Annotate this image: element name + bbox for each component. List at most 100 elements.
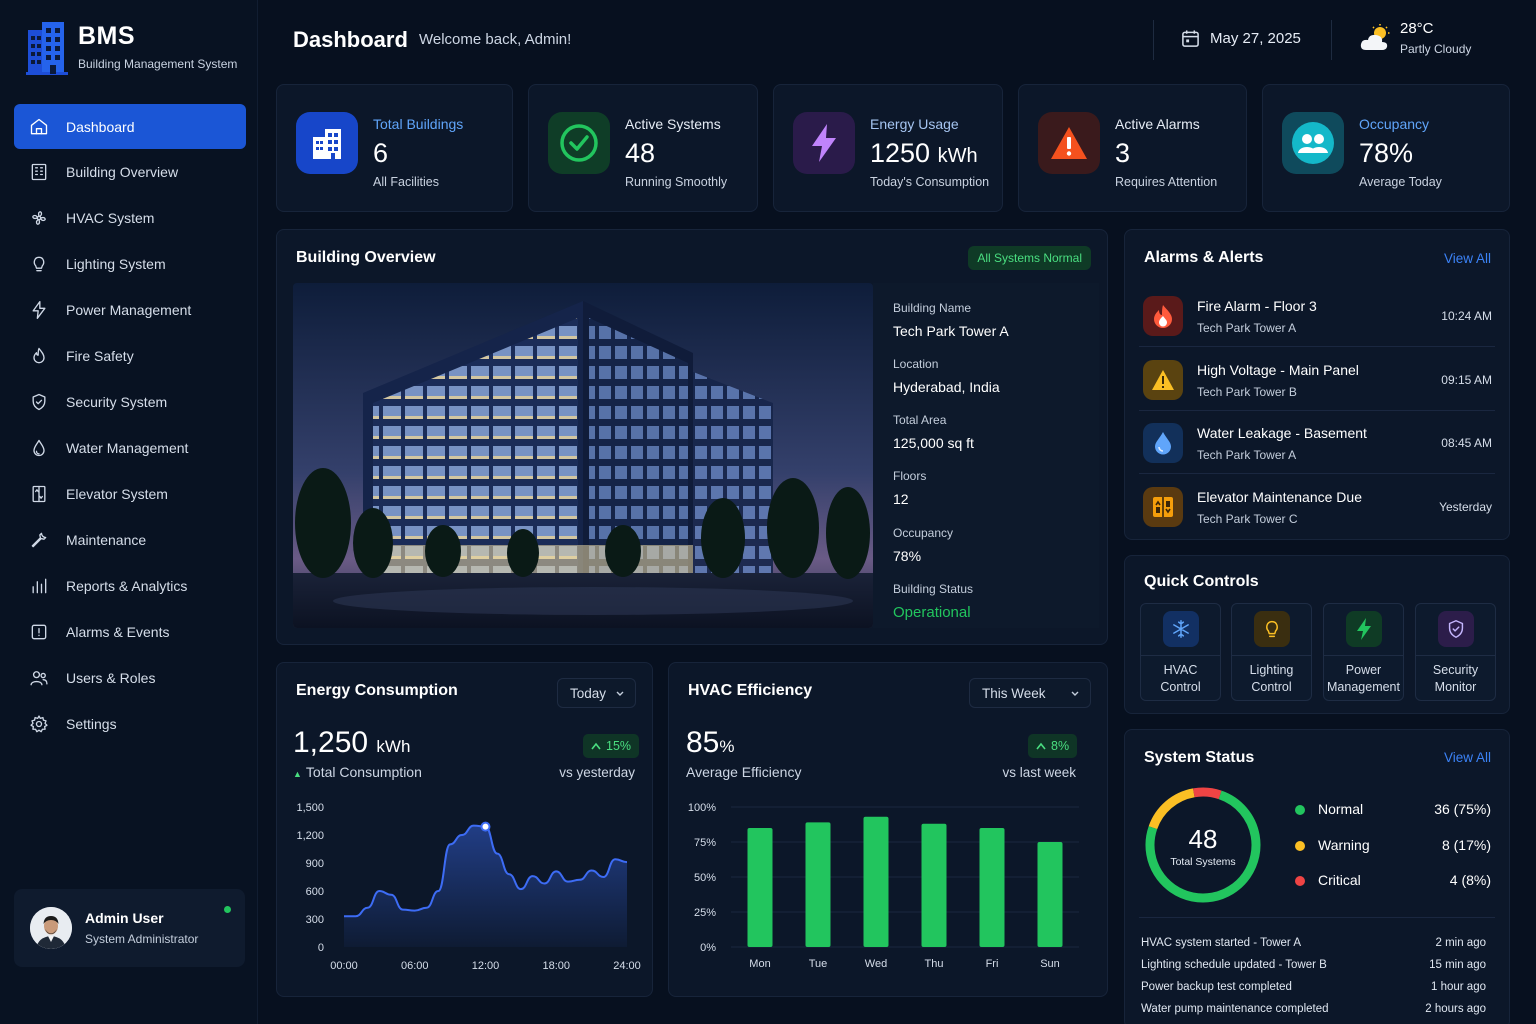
weather-widget: 28°C Partly Cloudy <box>1360 20 1471 56</box>
date-display[interactable]: May 27, 2025 <box>1181 29 1301 48</box>
quick-control-icon-tile <box>1346 611 1382 647</box>
arrow-up-icon <box>591 742 601 750</box>
energy-range-dropdown[interactable]: Today <box>557 678 636 708</box>
sidebar-item-label: Settings <box>66 716 117 732</box>
stat-icon-tile <box>1038 112 1100 174</box>
x-tick-label: 00:00 <box>330 960 358 972</box>
hvac-range-dropdown[interactable]: This Week <box>969 678 1091 708</box>
sidebar-item-label: Fire Safety <box>66 348 134 364</box>
sidebar-item-settings[interactable]: Settings <box>14 701 246 747</box>
sidebar-item-elevator-system[interactable]: Elevator System <box>14 471 246 517</box>
quick-control-label-line2: Monitor <box>1434 680 1477 694</box>
alarm-location: Tech Park Tower A <box>1197 448 1297 462</box>
sidebar-item-users-roles[interactable]: Users & Roles <box>14 655 246 701</box>
trend-up-icon: ▲ <box>293 769 302 779</box>
alarm-time: 10:24 AM <box>1441 309 1492 323</box>
stat-icon-tile <box>548 112 610 174</box>
alarm-item[interactable]: High Voltage - Main Panel Tech Park Towe… <box>1139 348 1495 411</box>
stat-card-active-systems[interactable]: Active Systems 48 Running Smoothly <box>528 84 758 212</box>
stat-value-number: 1250 <box>870 138 931 168</box>
quick-control-hvac[interactable]: HVAC Control <box>1140 603 1221 701</box>
quick-control-power[interactable]: Power Management <box>1323 603 1404 701</box>
activity-log-item: Water pump maintenance completed 2 hours… <box>1141 1003 1486 1015</box>
legend-value: 8 (17%) <box>1441 836 1491 853</box>
bulb-icon <box>33 256 45 272</box>
brand-title: BMS <box>78 22 136 50</box>
sidebar-item-alarms-events[interactable]: Alarms & Events <box>14 609 246 655</box>
detail-occupancy: Occupancy 78% <box>893 526 953 564</box>
alarm-item[interactable]: Water Leakage - Basement Tech Park Tower… <box>1139 411 1495 474</box>
detail-building-name: Building Name Tech Park Tower A <box>893 301 1009 339</box>
welcome-message: Welcome back, Admin! <box>419 31 572 48</box>
stat-card-energy-usage[interactable]: Energy Usage 1250 kWh Today's Consumptio… <box>773 84 1003 212</box>
sidebar-item-lighting-system[interactable]: Lighting System <box>14 241 246 287</box>
x-tick-label: Sun <box>1040 958 1060 970</box>
bolt-icon <box>32 301 46 319</box>
shield-icon-wrap <box>28 391 50 413</box>
energy-title: Energy Consumption <box>296 682 458 699</box>
quick-control-security[interactable]: Security Monitor <box>1415 603 1496 701</box>
sidebar-item-power-management[interactable]: Power Management <box>14 287 246 333</box>
sidebar-item-fire-safety[interactable]: Fire Safety <box>14 333 246 379</box>
alarm-title: Water Leakage - Basement <box>1197 425 1367 441</box>
sidebar-item-dashboard[interactable]: Dashboard <box>14 104 246 149</box>
stat-value: 3 <box>1115 138 1130 169</box>
bar-fri <box>979 828 1005 947</box>
energy-value-unit: kWh <box>376 737 411 756</box>
brand[interactable]: BMS Building Management System <box>24 20 237 76</box>
x-tick-label: 06:00 <box>401 960 429 972</box>
energy-peak-point <box>480 821 491 832</box>
stat-card-occupancy[interactable]: Occupancy 78% Average Today <box>1262 84 1510 212</box>
online-status-dot <box>224 906 231 913</box>
system-status-view-all-link[interactable]: View All <box>1444 750 1491 765</box>
alarms-view-all-link[interactable]: View All <box>1444 251 1491 266</box>
legend-dot <box>1295 876 1305 886</box>
stat-value: 48 <box>625 138 655 169</box>
sidebar-item-water-management[interactable]: Water Management <box>14 425 246 471</box>
stat-card-active-alarms[interactable]: Active Alarms 3 Requires Attention <box>1018 84 1247 212</box>
activity-log-text: Power backup test completed <box>1141 981 1292 993</box>
hvac-card: HVAC Efficiency This Week 85% Average Ef… <box>668 662 1108 997</box>
activity-log-item: Lighting schedule updated - Tower B 15 m… <box>1141 959 1486 971</box>
sidebar-item-hvac-system[interactable]: HVAC System <box>14 195 246 241</box>
quick-control-icon-tile <box>1254 611 1290 647</box>
quick-control-label-line2: Management <box>1327 680 1400 694</box>
flame-icon <box>1154 305 1172 328</box>
sidebar-item-label: Maintenance <box>66 532 147 548</box>
flame-icon-wrap <box>28 345 50 367</box>
brand-subtitle: Building Management System <box>78 57 238 71</box>
hvac-value-number: 85 <box>686 726 720 759</box>
sidebar-item-maintenance[interactable]: Maintenance <box>14 517 246 563</box>
calendar-icon <box>1182 30 1199 47</box>
status-badge: All Systems Normal <box>968 246 1091 270</box>
hvac-vs-label: vs last week <box>1002 765 1076 780</box>
activity-log-time: 2 min ago <box>1435 937 1486 949</box>
sidebar-item-reports-analytics[interactable]: Reports & Analytics <box>14 563 246 609</box>
sidebar-item-security-system[interactable]: Security System <box>14 379 246 425</box>
alarm-item[interactable]: Elevator Maintenance Due Tech Park Tower… <box>1139 475 1495 538</box>
stat-title: Active Systems <box>625 116 721 132</box>
stat-card-total-buildings[interactable]: Total Buildings 6 All Facilities <box>276 84 513 212</box>
check-circle-icon <box>560 124 598 162</box>
quick-control-label: Power Management <box>1324 662 1403 696</box>
alarms-title: Alarms & Alerts <box>1144 249 1264 266</box>
activity-log-item: HVAC system started - Tower A 2 min ago <box>1141 937 1486 949</box>
alarm-item[interactable]: Fire Alarm - Floor 3 Tech Park Tower A 1… <box>1139 284 1495 347</box>
sidebar-item-building-overview[interactable]: Building Overview <box>14 149 246 195</box>
energy-label-text: Total Consumption <box>305 764 422 780</box>
quick-controls-card: Quick Controls HVAC Control Lighting Con… <box>1124 555 1510 714</box>
alarm-location: Tech Park Tower B <box>1197 384 1297 399</box>
date-text: May 27, 2025 <box>1210 30 1301 47</box>
bar-chart-icon <box>32 578 47 594</box>
stat-subtitle: Requires Attention <box>1115 175 1218 189</box>
bar-chart-icon-wrap <box>28 575 50 597</box>
building-icon-wrap <box>28 161 50 183</box>
hvac-range-value: This Week <box>982 685 1046 701</box>
quick-control-label-line2: Control <box>1251 680 1292 694</box>
energy-range-value: Today <box>570 685 607 701</box>
quick-control-icon-tile <box>1163 611 1199 647</box>
droplet-icon <box>33 439 45 457</box>
user-card[interactable]: Admin User System Administrator <box>14 889 245 967</box>
legend-row-normal: Normal 36 (75%) <box>1295 800 1491 820</box>
quick-control-lighting[interactable]: Lighting Control <box>1231 603 1312 701</box>
